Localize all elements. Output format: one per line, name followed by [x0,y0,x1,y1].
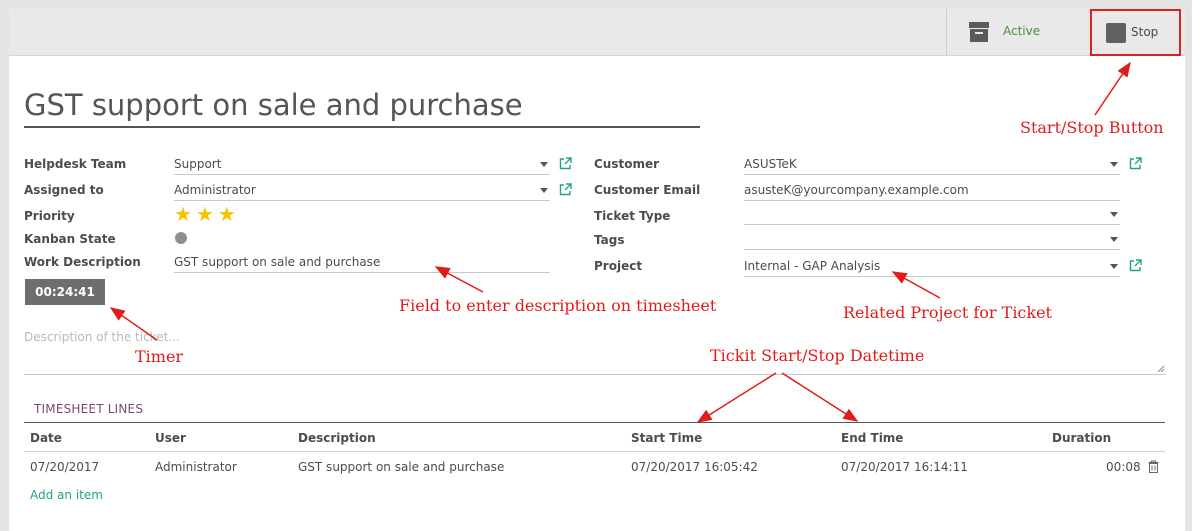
chevron-down-icon[interactable] [540,162,548,167]
arrow-to-start-time [696,372,777,423]
customer-email-label: Customer Email [594,183,701,197]
window-frame-right [1185,0,1192,531]
timer-display: 00:24:41 [25,279,105,305]
stop-label: Stop [1131,25,1159,39]
helpdesk-team-label: Helpdesk Team [24,157,127,171]
external-link-icon[interactable] [1129,259,1142,272]
column-header-user[interactable]: User [155,431,186,445]
priority-label: Priority [24,209,75,223]
kanban-state-label: Kanban State [24,232,116,246]
annotation-start-stop-datetime: Tickit Start/Stop Datetime [710,346,925,365]
cell-user: Administrator [155,460,237,474]
timesheet-section-title: TIMESHEET LINES [34,402,144,416]
annotation-field-description: Field to enter description on timesheet [399,296,717,315]
external-link-icon[interactable] [559,157,572,170]
annotation-related-project: Related Project for Ticket [843,303,1052,322]
work-description-value: GST support on sale and purchase [174,255,381,269]
resize-grip-icon[interactable] [1157,365,1165,373]
project-value: Internal - GAP Analysis [744,259,881,273]
active-toggle-button[interactable]: Active [946,9,1090,56]
external-link-icon[interactable] [559,183,572,196]
cell-date: 07/20/2017 [30,460,100,474]
chevron-down-icon[interactable] [1110,212,1118,217]
project-label: Project [594,259,643,273]
ticket-title[interactable]: GST support on sale and purchase [24,86,700,128]
chevron-down-icon[interactable] [1110,264,1118,269]
external-link-icon[interactable] [1129,157,1142,170]
assigned-to-value: Administrator [174,183,256,197]
work-description-label: Work Description [24,255,141,269]
add-item-link[interactable]: Add an item [30,488,103,502]
table-row[interactable]: 07/20/2017 Administrator GST support on … [24,452,1165,482]
chevron-down-icon[interactable] [1110,237,1118,242]
stop-square-icon [1106,23,1126,43]
tags-label: Tags [594,233,625,247]
priority-stars[interactable]: ★ ★ ★ [174,204,236,224]
cell-end-time: 07/20/2017 16:14:11 [841,460,968,474]
customer-field[interactable]: ASUSTeK [744,155,1120,175]
window-frame-top [0,0,1192,9]
column-header-end-time[interactable]: End Time [841,431,903,445]
assigned-to-field[interactable]: Administrator [174,181,550,201]
kanban-state-dot-icon[interactable] [175,232,187,244]
ticket-type-label: Ticket Type [594,209,671,223]
stop-button[interactable]: Stop [1090,9,1181,56]
description-placeholder: Description of the ticket... [24,330,180,344]
column-header-date[interactable]: Date [30,431,62,445]
annotation-start-stop: Start/Stop Button [1020,118,1164,137]
arrow-to-end-time [781,372,859,422]
ticket-description-textarea[interactable]: Description of the ticket... [24,324,1166,375]
timesheet-table-header: Date User Description Start Time End Tim… [24,422,1165,452]
window-frame-left [0,0,9,531]
customer-label: Customer [594,157,660,171]
work-description-field[interactable]: GST support on sale and purchase [174,253,550,273]
chevron-down-icon[interactable] [540,188,548,193]
star-icon[interactable]: ★ [196,204,214,224]
ticket-type-field[interactable] [744,205,1120,225]
cell-description: GST support on sale and purchase [298,460,505,474]
archive-icon [969,22,989,42]
cell-duration: 00:08 [1106,460,1141,474]
customer-email-value: asusteK@yourcompany.example.com [744,183,969,197]
project-field[interactable]: Internal - GAP Analysis [744,257,1120,277]
column-header-duration[interactable]: Duration [1052,431,1111,445]
annotation-timer: Timer [135,347,184,366]
assigned-to-label: Assigned to [24,183,104,197]
column-header-start-time[interactable]: Start Time [631,431,702,445]
cell-start-time: 07/20/2017 16:05:42 [631,460,758,474]
arrow-to-stop-button [1094,61,1131,116]
active-label: Active [1003,24,1041,38]
customer-value: ASUSTeK [744,157,797,171]
customer-email-field[interactable]: asusteK@yourcompany.example.com [744,181,1120,201]
column-header-description[interactable]: Description [298,431,376,445]
star-icon[interactable]: ★ [218,204,236,224]
tags-field[interactable] [744,230,1120,250]
helpdesk-team-value: Support [174,157,222,171]
chevron-down-icon[interactable] [1110,162,1118,167]
helpdesk-team-field[interactable]: Support [174,155,550,175]
trash-icon[interactable] [1148,460,1159,473]
star-icon[interactable]: ★ [174,204,192,224]
